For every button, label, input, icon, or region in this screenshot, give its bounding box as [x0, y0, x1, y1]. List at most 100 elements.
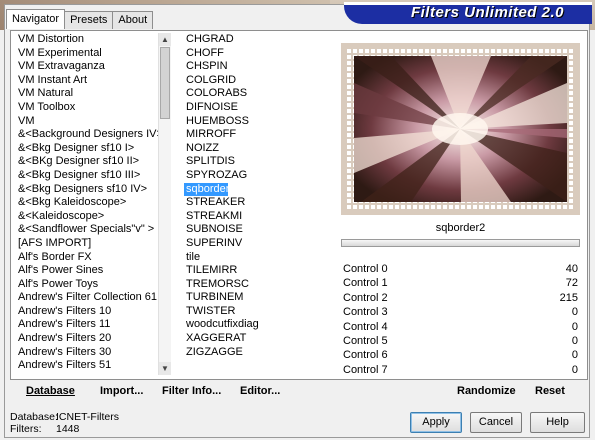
tab-about[interactable]: About — [112, 11, 154, 29]
filter-item[interactable]: XAGGERAT — [184, 332, 334, 346]
filter-item[interactable]: TILEMIRR — [184, 264, 334, 278]
filter-preview — [341, 43, 580, 215]
filter-item[interactable]: TWISTER — [184, 305, 334, 319]
apply-button[interactable]: Apply — [410, 412, 462, 433]
category-item[interactable]: &<Background Designers IV> — [18, 128, 158, 142]
control-value: 0 — [571, 349, 578, 362]
filters-unlimited-banner: Filters Unlimited 2.0 — [344, 2, 592, 24]
control-value: 0 — [571, 320, 578, 333]
filter-item[interactable]: STREAKER — [184, 196, 334, 210]
category-item[interactable]: [AFS IMPORT] — [18, 237, 158, 251]
filters-label: Filters: — [10, 423, 42, 435]
filter-item[interactable]: COLORABS — [184, 87, 334, 101]
filter-item[interactable]: CHGRAD — [184, 33, 334, 47]
category-item[interactable]: &<Bkg Designer sf10 I> — [18, 142, 158, 156]
filter-info-button[interactable]: Filter Info... — [162, 385, 221, 397]
banner-title: Filters Unlimited 2.0 — [410, 4, 564, 21]
tab-presets[interactable]: Presets — [64, 11, 114, 29]
filter-item[interactable]: NOIZZ — [184, 142, 334, 156]
scroll-thumb[interactable] — [160, 47, 170, 119]
category-item[interactable]: Alf's Power Sines — [18, 264, 158, 278]
control-slider-3[interactable]: Control 3 0 — [341, 306, 580, 320]
filter-item[interactable]: DIFNOISE — [184, 101, 334, 115]
control-value: 0 — [571, 306, 578, 319]
control-slider-0[interactable]: Control 0 40 — [341, 263, 580, 277]
control-slider-1[interactable]: Control 1 72 — [341, 277, 580, 291]
filter-item[interactable]: STREAKMI — [184, 210, 334, 224]
control-slider-7[interactable]: Control 7 0 — [341, 364, 580, 378]
category-scrollbar[interactable]: ▲ ▼ — [158, 33, 171, 375]
filter-list[interactable]: CHGRAD CHOFF CHSPIN COLGRID COLORABS DIFNOISE… — [184, 33, 334, 375]
filter-item[interactable]: CHOFF — [184, 47, 334, 61]
category-item[interactable]: VM Instant Art — [18, 74, 158, 88]
filter-item[interactable]: ZIGZAGGE — [184, 346, 334, 360]
control-label: Control 2 — [343, 291, 388, 304]
category-item[interactable]: Alf's Power Toys — [18, 278, 158, 292]
category-item[interactable]: Andrew's Filters 30 — [18, 346, 158, 360]
category-item[interactable]: VM Experimental — [18, 47, 158, 61]
progress-bar — [341, 239, 580, 247]
scroll-down-icon[interactable]: ▼ — [159, 362, 171, 375]
navigator-actions: Database Import... Filter Info... Editor… — [0, 383, 595, 401]
editor-button[interactable]: Editor... — [240, 385, 280, 397]
category-item[interactable]: &<Bkg Designer sf10 III> — [18, 169, 158, 183]
filter-item[interactable]: SUBNOISE — [184, 223, 334, 237]
preview-image — [341, 43, 580, 215]
filter-item[interactable]: SPLITDIS — [184, 155, 334, 169]
filter-item[interactable]: tile — [184, 251, 334, 265]
control-label: Control 6 — [343, 349, 388, 362]
control-value: 40 — [565, 263, 578, 275]
control-value: 0 — [571, 334, 578, 347]
filter-item[interactable]: TURBINEM — [184, 291, 334, 305]
category-item[interactable]: &<Bkg Kaleidoscope> — [18, 196, 158, 210]
category-item[interactable]: VM Natural — [18, 87, 158, 101]
tab-bar: Navigator Presets About — [6, 9, 154, 29]
filter-item[interactable]: MIRROFF — [184, 128, 334, 142]
filter-item[interactable]: woodcutfixdiag — [184, 318, 334, 332]
category-item[interactable]: Andrew's Filters 10 — [18, 305, 158, 319]
help-button[interactable]: Help — [530, 412, 585, 433]
control-slider-2[interactable]: Control 2 215 — [341, 292, 580, 306]
scroll-up-icon[interactable]: ▲ — [159, 33, 171, 46]
category-item[interactable]: Alf's Border FX — [18, 251, 158, 265]
control-value: 72 — [565, 277, 578, 290]
category-item[interactable]: VM Distortion — [18, 33, 158, 47]
category-item[interactable]: &<Bkg Designers sf10 IV> — [18, 183, 158, 197]
category-item[interactable]: VM Toolbox — [18, 101, 158, 115]
reset-button[interactable]: Reset — [535, 385, 565, 397]
selected-filter-name: sqborder2 — [435, 222, 486, 234]
category-item[interactable]: &<Kaleidoscope> — [18, 210, 158, 224]
category-item[interactable]: VM — [18, 115, 158, 129]
filter-item[interactable]: COLGRID — [184, 74, 334, 88]
control-label: Control 1 — [343, 277, 388, 290]
category-item[interactable]: &<BKg Designer sf10 II> — [18, 155, 158, 169]
control-slider-4[interactable]: Control 4 0 — [341, 321, 580, 335]
filter-item[interactable]: TREMORSC — [184, 278, 334, 292]
randomize-button[interactable]: Randomize — [457, 385, 516, 397]
control-slider-5[interactable]: Control 5 0 — [341, 335, 580, 349]
cancel-button[interactable]: Cancel — [470, 412, 522, 433]
filter-item[interactable]: sqborder2 — [184, 182, 236, 197]
control-label: Control 0 — [343, 263, 388, 275]
filter-item[interactable]: SPYROZAG — [184, 169, 334, 183]
database-value: ICNET-Filters — [56, 411, 119, 423]
filters-count: 1448 — [56, 423, 80, 435]
category-item[interactable]: Andrew's Filters 11 — [18, 318, 158, 332]
category-item[interactable]: Andrew's Filter Collection 61 — [18, 291, 158, 305]
database-button[interactable]: Database — [26, 385, 75, 397]
control-slider-6[interactable]: Control 6 0 — [341, 349, 580, 363]
tab-navigator[interactable]: Navigator — [6, 9, 66, 29]
category-item[interactable]: Andrew's Filters 20 — [18, 332, 158, 346]
filter-item[interactable]: SUPERINV — [184, 237, 334, 251]
filter-item[interactable]: CHSPIN — [184, 60, 334, 74]
category-item[interactable]: VM Extravaganza — [18, 60, 158, 74]
category-item[interactable]: &<Sandflower Specials"v" > — [18, 223, 158, 237]
import-button[interactable]: Import... — [100, 385, 143, 397]
filter-item[interactable]: HUEMBOSS — [184, 115, 334, 129]
category-list[interactable]: VM Distortion VM Experimental VM Extravaga… — [18, 33, 158, 375]
control-value: 215 — [559, 291, 578, 304]
database-label: Database: — [10, 411, 58, 423]
category-item[interactable]: Andrew's Filters 51 — [18, 359, 158, 373]
controls-panel: Control 0 40 Control 1 72 Control 2 215 Contro… — [341, 263, 580, 378]
database-info: Database: ICNET-Filters Filters: 1448 — [10, 411, 119, 435]
